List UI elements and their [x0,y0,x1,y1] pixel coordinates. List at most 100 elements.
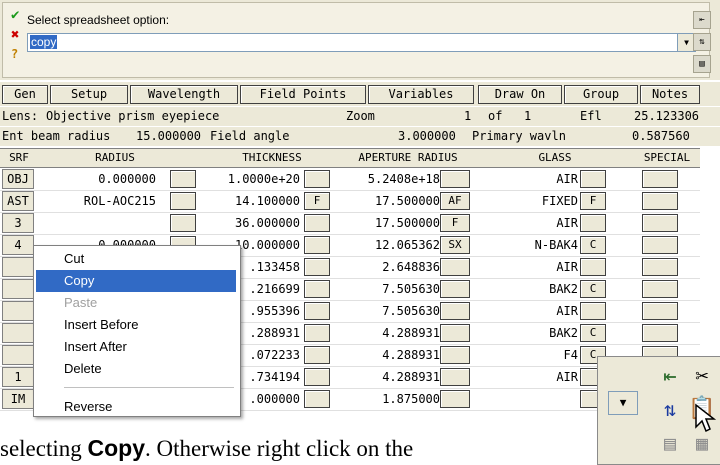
inset-grid2-icon[interactable]: ▦ [688,429,716,457]
aperture-solve-button[interactable]: F [440,214,470,232]
menu-item-copy[interactable]: Copy [36,270,236,292]
thickness-cell[interactable]: 1.0000e+20 [206,171,300,187]
aperture-cell[interactable]: 17.500000 [338,215,440,231]
aperture-cell[interactable]: 17.500000 [338,193,440,209]
srf-cell[interactable] [2,301,34,321]
special-button[interactable] [642,280,678,298]
primary-wavln-value[interactable]: 0.587560 [632,127,690,146]
srf-cell[interactable]: IM [2,389,34,409]
lens-name[interactable]: Objective prism eyepiece [46,107,219,126]
inset-cut-icon[interactable]: ✂ [688,363,716,391]
glass-cell[interactable]: AIR [478,303,578,319]
aperture-solve-button[interactable] [440,302,470,320]
tab-group[interactable]: Group [564,85,638,104]
glass-solve-button[interactable]: C [580,280,606,298]
special-button[interactable] [642,214,678,232]
thickness-solve-button[interactable] [304,302,330,320]
glass-solve-button[interactable] [580,258,606,276]
glass-solve-button[interactable] [580,302,606,320]
aperture-solve-button[interactable]: AF [440,192,470,210]
menu-item-cut[interactable]: Cut [36,248,236,270]
srf-cell[interactable] [2,279,34,299]
radius-cell[interactable]: 0.000000 [36,171,156,187]
tab-field-points[interactable]: Field Points [240,85,366,104]
aperture-solve-button[interactable] [440,170,470,188]
menu-item-reverse[interactable]: Reverse [36,396,236,416]
tab-setup[interactable]: Setup [50,85,128,104]
aperture-cell[interactable]: 2.648836 [338,259,440,275]
glass-cell[interactable] [478,391,578,407]
x-icon[interactable]: ✖ [11,27,19,43]
aperture-solve-button[interactable] [440,390,470,408]
glass-solve-button[interactable] [580,170,606,188]
aperture-solve-button[interactable]: SX [440,236,470,254]
srf-cell[interactable] [2,345,34,365]
aperture-cell[interactable]: 4.288931 [338,347,440,363]
special-button[interactable] [642,324,678,342]
glass-cell[interactable]: AIR [478,259,578,275]
glass-solve-button[interactable] [580,214,606,232]
ent-beam-radius-value[interactable]: 15.000000 [136,127,201,146]
thickness-cell[interactable]: 14.100000 [206,193,300,209]
glass-cell[interactable]: FIXED [478,193,578,209]
thickness-solve-button[interactable] [304,324,330,342]
radius-cell[interactable]: ROL-AOC215 [36,193,156,209]
thickness-solve-button[interactable] [304,368,330,386]
aperture-cell[interactable]: 1.875000 [338,391,440,407]
field-angle-value[interactable]: 3.000000 [398,127,456,146]
thickness-solve-button[interactable] [304,214,330,232]
table-row[interactable]: 3 36.000000 17.500000 F AIR [0,212,700,235]
tab-draw-on[interactable]: Draw On [478,85,562,104]
glass-cell[interactable]: N-BAK4 [478,237,578,253]
thickness-solve-button[interactable] [304,170,330,188]
srf-cell[interactable] [2,257,34,277]
special-button[interactable] [642,236,678,254]
aperture-cell[interactable]: 4.288931 [338,325,440,341]
special-button[interactable] [642,302,678,320]
check-icon[interactable]: ✔ [11,7,19,23]
aperture-solve-button[interactable] [440,324,470,342]
menu-item-insert-after[interactable]: Insert After [36,336,236,358]
srf-cell[interactable]: 4 [2,235,34,255]
aperture-cell[interactable]: 5.2408e+18 [338,171,440,187]
inset-move-icon[interactable]: ⇤ [656,363,684,391]
grid-icon[interactable]: ▤ [693,55,711,73]
thickness-solve-button[interactable] [304,346,330,364]
aperture-solve-button[interactable] [440,280,470,298]
aperture-cell[interactable]: 7.505630 [338,281,440,297]
special-button[interactable] [642,192,678,210]
thickness-solve-button[interactable] [304,258,330,276]
command-input[interactable]: copy [27,33,679,52]
tab-wavelength[interactable]: Wavelength [130,85,238,104]
glass-solve-button[interactable]: F [580,192,606,210]
question-icon[interactable]: ? [11,47,18,61]
glass-cell[interactable]: AIR [478,215,578,231]
aperture-cell[interactable]: 7.505630 [338,303,440,319]
srf-cell[interactable]: OBJ [2,169,34,189]
inset-sort-icon[interactable]: ⇅ [656,395,684,423]
aperture-cell[interactable]: 4.288931 [338,369,440,385]
table-row[interactable]: AST ROL-AOC215 14.100000 F 17.500000 AF FIXED F [0,190,700,213]
glass-cell[interactable]: BAK2 [478,281,578,297]
thickness-solve-button[interactable] [304,390,330,408]
glass-cell[interactable]: AIR [478,369,578,385]
inset-grid-icon[interactable]: ▤ [656,429,684,457]
table-row[interactable]: OBJ 0.000000 1.0000e+20 5.2408e+18 AIR [0,168,700,191]
tab-gen[interactable]: Gen [2,85,48,104]
srf-cell[interactable] [2,323,34,343]
radius-solve-button[interactable] [170,170,196,188]
glass-cell[interactable]: F4 [478,347,578,363]
glass-solve-button[interactable]: C [580,324,606,342]
sort-icon[interactable]: ⇅ [693,33,711,51]
glass-cell[interactable]: AIR [478,171,578,187]
aperture-cell[interactable]: 12.065362 [338,237,440,253]
thickness-solve-button[interactable] [304,280,330,298]
radius-solve-button[interactable] [170,214,196,232]
inset-dropdown-button[interactable]: ▼ [608,391,638,415]
glass-cell[interactable]: BAK2 [478,325,578,341]
tab-notes[interactable]: Notes [640,85,700,104]
glass-solve-button[interactable]: C [580,236,606,254]
aperture-solve-button[interactable] [440,258,470,276]
radius-cell[interactable] [36,215,156,231]
srf-cell[interactable]: 1 [2,367,34,387]
